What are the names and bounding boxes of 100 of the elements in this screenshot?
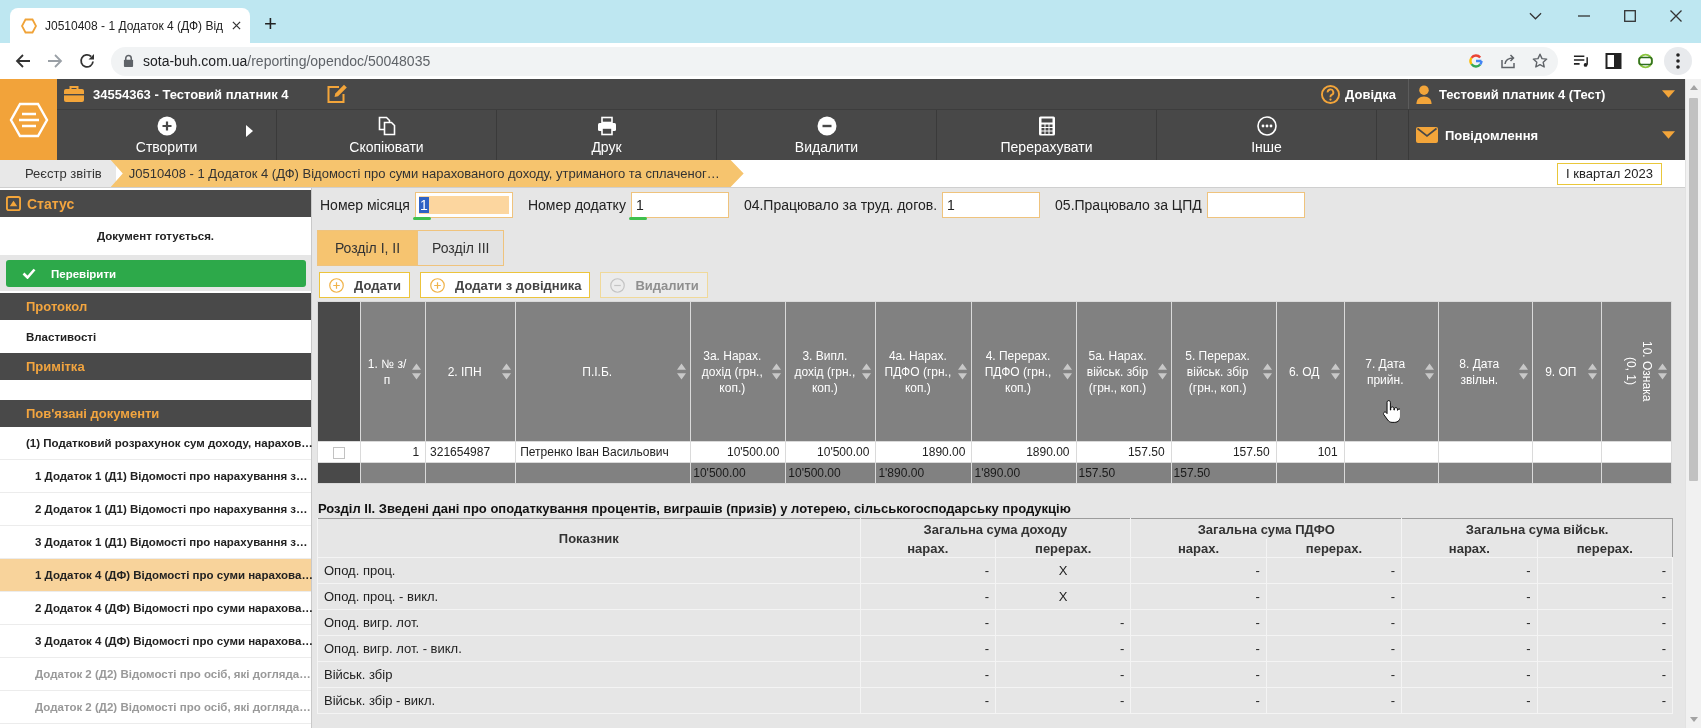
column-header[interactable]: 3а. Нарах. дохід (грн., коп.): [690, 301, 786, 442]
chevron-down-icon[interactable]: [1529, 11, 1542, 20]
column-header[interactable]: 8. Дата звільн.: [1438, 301, 1533, 442]
copy-icon: [376, 115, 397, 136]
table-cell: -: [1266, 661, 1402, 688]
back-arrow-icon[interactable]: [15, 53, 31, 69]
related-document-item[interactable]: 3 Додаток 4 (ДФ) Відомості про суми нарахова…: [0, 625, 311, 658]
address-field[interactable]: sota-buh.com.ua/reporting/opendoc/50048035: [111, 46, 1558, 76]
table-cell: 101: [1276, 441, 1345, 463]
close-icon[interactable]: [232, 21, 241, 30]
column-header: нарах.: [1130, 539, 1267, 558]
related-document-item[interactable]: 2 Додаток 1 (Д1) Відомості про нарахування з…: [0, 493, 311, 526]
input-field[interactable]: 1: [414, 192, 513, 218]
column-header[interactable]: 9. ОП: [1532, 301, 1602, 442]
plus-circle-icon: [430, 277, 446, 293]
section-header[interactable]: Пов'язані документи: [0, 400, 311, 427]
column-header[interactable]: 7. Дата прийн.: [1344, 301, 1439, 442]
column-header[interactable]: 2. ІПН: [425, 301, 516, 442]
more-menu-icon[interactable]: [1664, 47, 1692, 75]
sidebar-link[interactable]: Властивості: [0, 320, 311, 353]
minimize-icon[interactable]: [1578, 14, 1590, 17]
ellipsis-circle-icon: [1256, 115, 1277, 136]
close-icon[interactable]: [1670, 9, 1682, 22]
table-cell: -: [1266, 557, 1402, 584]
row-label: Опод. вигр. лот.: [317, 609, 861, 636]
table-cell: -: [1537, 557, 1673, 584]
caret-icon: [1662, 90, 1675, 98]
share-icon[interactable]: [1500, 53, 1516, 69]
scrollbar-track[interactable]: [1685, 79, 1701, 728]
status-header[interactable]: Статус: [0, 190, 311, 217]
extension-icon[interactable]: [1637, 53, 1654, 69]
section-header[interactable]: Протокол: [0, 293, 311, 320]
column-header[interactable]: 4а. Нарах. ПДФО (грн., коп.): [875, 301, 972, 442]
checkmark-icon: [22, 268, 36, 279]
media-list-icon[interactable]: [1573, 53, 1590, 69]
related-document-item[interactable]: (1) Податковий розрахунок сум доходу, нарахов…: [0, 427, 311, 460]
period-button[interactable]: I квартал 2023: [1557, 162, 1662, 185]
add-button[interactable]: Додати з довідника: [420, 272, 591, 298]
sidebar-icon[interactable]: [1605, 53, 1622, 69]
table-cell: 10'500.00: [785, 441, 876, 463]
help-link[interactable]: Довідка: [1321, 84, 1396, 104]
sort-icon: [958, 363, 968, 380]
row-label: Опод. проц.: [317, 557, 861, 584]
breadcrumb-current[interactable]: J0510408 - 1 Додаток 4 (ДФ) Відомості про суми нарахованого доходу, утриманого та сплаченог…: [110, 160, 744, 187]
column-header[interactable]: 10. Ознака (0, 1): [1601, 301, 1672, 442]
table-cell: 1890.00: [875, 441, 972, 463]
column-header[interactable]: 1. № з/п: [360, 301, 426, 442]
table-cell: -: [995, 661, 1131, 688]
tab[interactable]: Розділ III: [418, 230, 505, 266]
section-header[interactable]: Примітка: [0, 353, 311, 380]
table-cell: 1890.00: [971, 441, 1076, 463]
row-label: Військ. збір - викл.: [317, 687, 861, 714]
briefcase-icon: [63, 85, 85, 103]
input-field[interactable]: 1: [942, 192, 1041, 218]
column-header[interactable]: 6. ОД: [1276, 301, 1345, 442]
table-cell: -: [1401, 609, 1538, 636]
column-header[interactable]: 5. Перерах. військ. збір (грн., коп.): [1171, 301, 1277, 442]
maximize-icon[interactable]: [1624, 9, 1636, 22]
reload-icon[interactable]: [79, 53, 95, 69]
column-header[interactable]: 5а. Нарах. військ. збір (грн., коп.): [1076, 301, 1172, 442]
column-header[interactable]: 4. Перерах. ПДФО (грн., коп.): [971, 301, 1076, 442]
input-field[interactable]: 1: [630, 192, 729, 218]
scrollbar-thumb[interactable]: [1689, 98, 1698, 481]
new-tab-button[interactable]: +: [264, 13, 277, 35]
status-message: Документ готується.: [95, 229, 216, 244]
star-icon[interactable]: [1532, 53, 1548, 69]
table-row[interactable]: 1 321654987 Петренко Іван Васильович 10'500.00 10'500.00 1890.00 1890.00 157.50 157.50 101: [317, 441, 1672, 463]
column-header[interactable]: 3. Випл. дохід (грн., коп.): [785, 301, 876, 442]
checkbox[interactable]: [333, 446, 345, 459]
tab[interactable]: Розділ I, II: [317, 230, 418, 266]
edit-icon[interactable]: [325, 84, 348, 104]
column-header: нарах.: [860, 539, 996, 558]
table-cell: -: [1537, 687, 1673, 714]
google-g-icon[interactable]: [1468, 53, 1484, 69]
related-document-item[interactable]: 2 Додаток 4 (ДФ) Відомості про суми нарахова…: [0, 592, 311, 625]
printer-icon: [596, 115, 617, 136]
table-cell: -: [995, 635, 1131, 662]
related-document-item[interactable]: 1 Додаток 4 (ДФ) Відомості про суми нарахова…: [0, 559, 311, 592]
browser-tab[interactable]: J0510408 - 1 Додаток 4 (ДФ) Від: [10, 8, 250, 43]
breadcrumb-link[interactable]: Реєстр звітів: [0, 160, 116, 187]
sort-icon: [1157, 363, 1167, 380]
input-field[interactable]: [1206, 192, 1305, 218]
table-cell: -: [1401, 557, 1538, 584]
column-header: Показник: [317, 518, 861, 558]
table-cell: -: [860, 583, 996, 610]
row-label: Опод. вигр. лот. - викл.: [317, 635, 861, 662]
sort-icon: [1062, 363, 1072, 380]
forward-arrow-icon[interactable]: [47, 53, 63, 69]
table-cell: -: [1537, 635, 1673, 662]
related-document-item[interactable]: 1 Додаток 1 (Д1) Відомості про нарахування з…: [0, 460, 311, 493]
table-cell: -: [860, 609, 996, 636]
table-cell: -: [1266, 583, 1402, 610]
table-cell: 321654987: [425, 441, 516, 463]
table-cell: -: [1401, 635, 1538, 662]
sort-icon: [1424, 363, 1434, 380]
table-cell: 10'500.00: [690, 441, 786, 463]
table-cell: -: [1266, 687, 1402, 714]
add-button[interactable]: Додати: [319, 272, 411, 298]
column-header[interactable]: П.І.Б.: [515, 301, 691, 442]
table-cell: -: [1130, 687, 1267, 714]
